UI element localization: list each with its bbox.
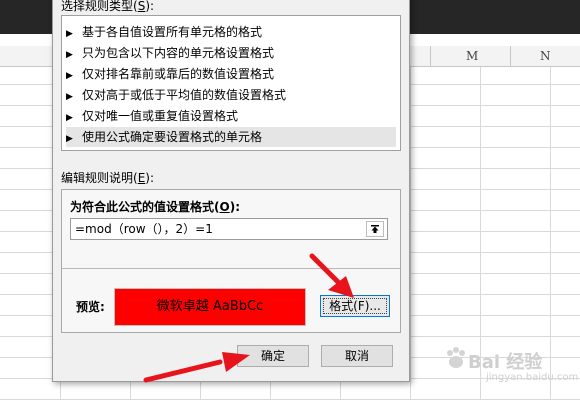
rule-description-panel: 为符合此公式的值设置格式(O): =mod（row（），2）=1 预览: 微软卓… <box>61 189 401 333</box>
column-divider <box>430 46 431 66</box>
rule-type-label: 选择规则类型(S): <box>61 0 155 13</box>
rule-type-item[interactable]: ▶ 只为包含以下内容的单元格设置格式 <box>66 43 396 63</box>
format-button[interactable]: 格式(F)... <box>320 295 390 317</box>
new-formatting-rule-dialog: 选择规则类型(S): ▶ 基于各自值设置所有单元格的格式 ▶ 只为包含以下内容的单元… <box>52 0 410 382</box>
watermark-url: jingyan.baidu.com <box>486 372 579 383</box>
column-divider <box>510 46 511 66</box>
rule-type-item[interactable]: ▶ 仅对高于或低于平均值的数值设置格式 <box>66 85 396 105</box>
triangle-right-icon: ▶ <box>66 134 73 144</box>
formula-label: 为符合此公式的值设置格式(O): <box>70 200 240 214</box>
panel-divider <box>62 268 400 269</box>
rule-type-item[interactable]: ▶ 基于各自值设置所有单元格的格式 <box>66 22 396 42</box>
preview-label: 预览: <box>76 300 105 314</box>
column-header-m[interactable]: M <box>466 49 478 63</box>
range-select-icon <box>371 225 379 233</box>
edit-description-label: 编辑规则说明(E): <box>61 171 155 185</box>
watermark-text: Bai 经验 <box>468 352 543 373</box>
triangle-right-icon: ▶ <box>66 71 73 81</box>
rule-type-item[interactable]: ▶ 仅对排名靠前或靠后的数值设置格式 <box>66 64 396 84</box>
triangle-right-icon: ▶ <box>66 92 73 102</box>
paw-logo-icon <box>447 347 465 368</box>
column-header-n[interactable]: N <box>540 49 551 63</box>
triangle-right-icon: ▶ <box>66 113 73 123</box>
cancel-button[interactable]: 取消 <box>321 345 393 367</box>
rule-type-item-selected[interactable]: ▶ 使用公式确定要设置格式的单元格 <box>66 127 396 147</box>
format-preview: 微软卓越 AaBbCc <box>114 288 306 326</box>
triangle-right-icon: ▶ <box>66 50 73 60</box>
collapse-dialog-button[interactable] <box>366 221 384 237</box>
formula-input[interactable]: =mod（row（），2）=1 <box>70 218 388 240</box>
baidu-watermark: Bai 经验 jingyan.baidu.com <box>440 342 578 394</box>
ok-button[interactable]: 确定 <box>237 345 309 367</box>
triangle-right-icon: ▶ <box>66 29 73 39</box>
rule-type-list[interactable]: ▶ 基于各自值设置所有单元格的格式 ▶ 只为包含以下内容的单元格设置格式 ▶ 仅对排名… <box>61 15 401 151</box>
rule-type-item[interactable]: ▶ 仅对唯一值或重复值设置格式 <box>66 106 396 126</box>
